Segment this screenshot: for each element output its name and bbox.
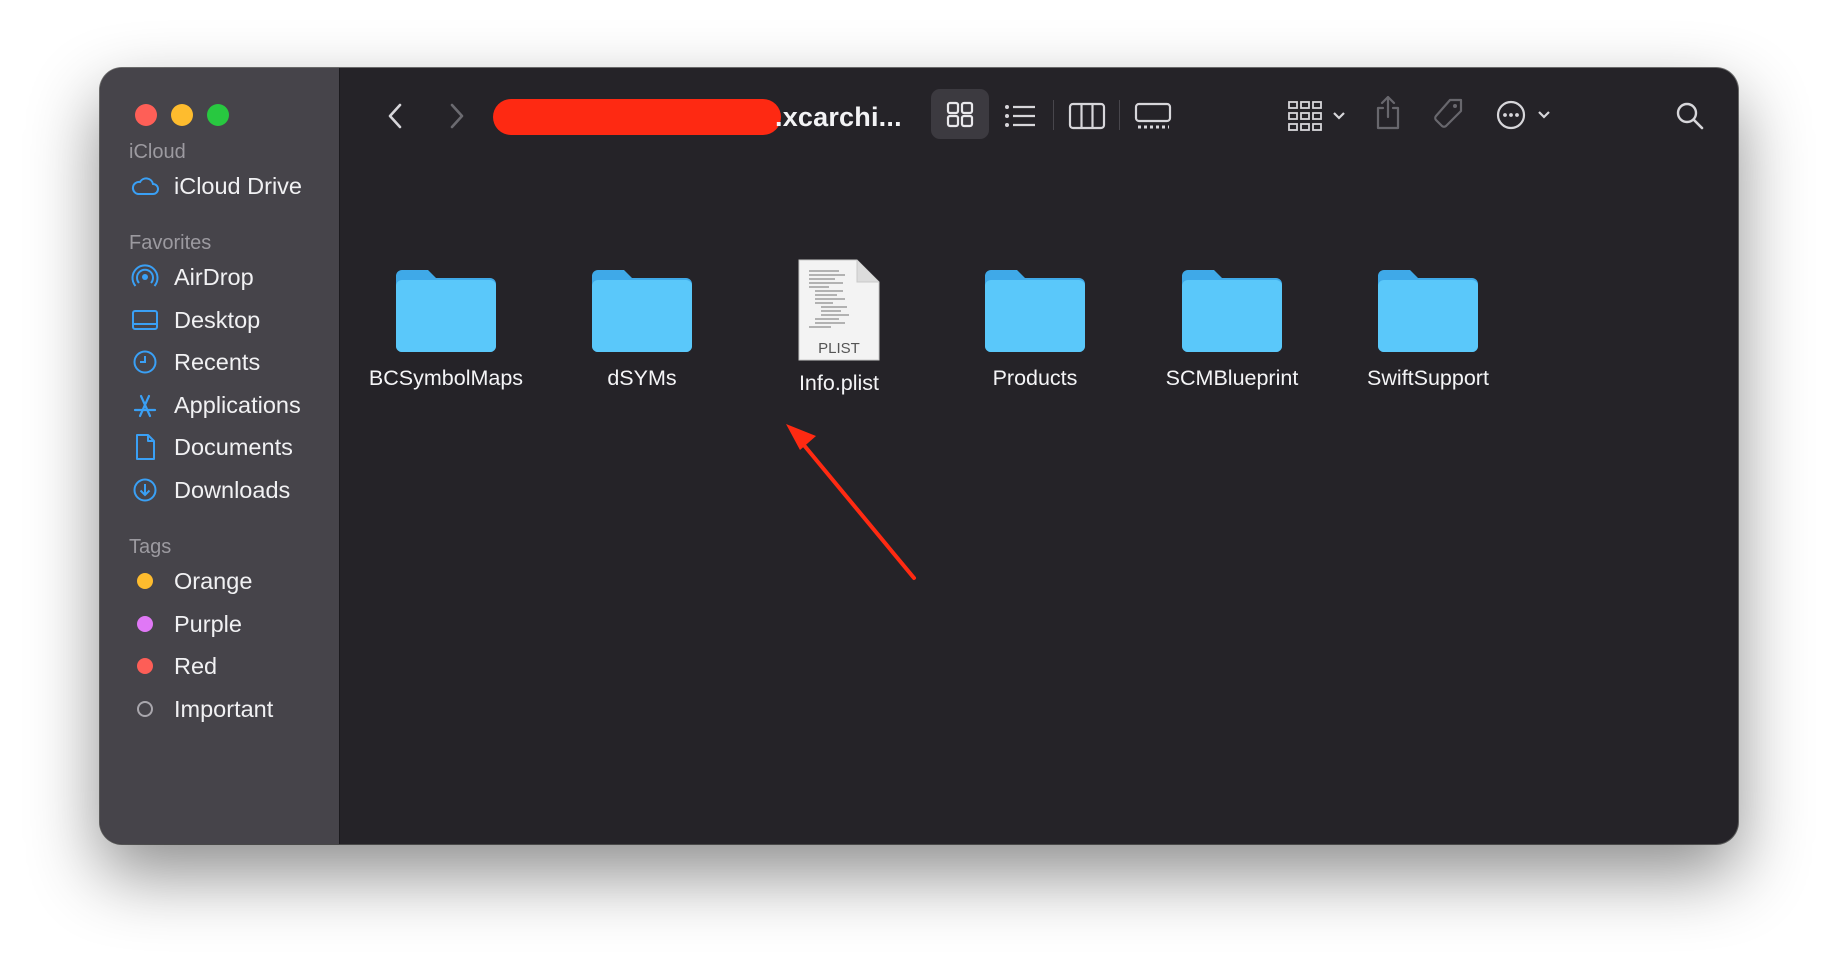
annotation-arrow <box>786 424 916 580</box>
column-view-button[interactable] <box>1066 96 1108 136</box>
chevron-left-icon <box>388 103 402 129</box>
airdrop-icon <box>131 263 159 291</box>
group-grid-icon <box>1288 101 1322 131</box>
redaction-mark <box>493 99 781 135</box>
sidebar-item-label: AirDrop <box>174 263 254 290</box>
folder-icon <box>985 270 1085 352</box>
sidebar-item-label: iCloud Drive <box>174 172 302 199</box>
tag-dot-icon <box>131 610 159 638</box>
gallery-icon <box>1134 102 1172 129</box>
grid-icon <box>946 101 974 128</box>
list-view-button[interactable] <box>1000 96 1040 136</box>
tag-button[interactable] <box>1428 92 1468 136</box>
clock-icon <box>131 348 159 376</box>
back-button[interactable] <box>380 96 410 136</box>
sidebar-item-airdrop[interactable]: AirDrop <box>131 259 254 295</box>
close-button[interactable] <box>135 104 157 126</box>
toolbar: .xcarchi... <box>340 68 1738 160</box>
sidebar-item-icloud-drive[interactable]: iCloud Drive <box>131 168 302 204</box>
search-icon <box>1676 102 1704 130</box>
tag-icon <box>1434 98 1463 128</box>
window-controls <box>135 104 229 126</box>
columns-icon <box>1068 102 1106 130</box>
window-title: .xcarchi... <box>493 94 902 140</box>
finder-window: iCloud iCloud Drive Favorites AirDrop De… <box>100 68 1738 844</box>
applications-icon <box>131 391 159 419</box>
minimize-button[interactable] <box>171 104 193 126</box>
forward-button[interactable] <box>442 96 472 136</box>
ellipsis-circle-icon <box>1496 100 1526 130</box>
gallery-view-button[interactable] <box>1132 96 1174 136</box>
file-item-products[interactable]: Products <box>945 264 1125 391</box>
file-name: SCMBlueprint <box>1165 366 1299 390</box>
sidebar-item-recents[interactable]: Recents <box>131 344 260 380</box>
sidebar-item-downloads[interactable]: Downloads <box>131 472 290 508</box>
sidebar-tag-red[interactable]: Red <box>131 648 217 684</box>
document-icon <box>131 433 159 461</box>
file-name: Products <box>992 366 1078 390</box>
sidebar-section-icloud: iCloud <box>129 141 186 163</box>
sidebar-item-label: Desktop <box>174 306 261 333</box>
group-by-button[interactable] <box>1284 96 1350 136</box>
sidebar-item-label: Downloads <box>174 476 291 503</box>
sidebar-item-label: Purple <box>174 610 242 637</box>
folder-icon <box>1182 270 1282 352</box>
sidebar-section-favorites: Favorites <box>129 232 212 254</box>
file-item-bcsymbolmaps[interactable]: BCSymbolMaps <box>356 264 536 391</box>
chevron-down-icon <box>1538 111 1550 119</box>
file-item-dsyms[interactable]: dSYMs <box>552 264 732 391</box>
sidebar-item-label: Orange <box>174 567 253 594</box>
file-grid: BCSymbolMaps dSYMs PLIST Info.plist Prod… <box>340 160 1738 844</box>
sidebar-item-label: Red <box>174 652 218 679</box>
chevron-right-icon <box>450 103 464 129</box>
chevron-down-icon <box>1333 112 1345 120</box>
tag-dot-icon <box>131 567 159 595</box>
sidebar-tag-orange[interactable]: Orange <box>131 563 252 599</box>
share-button[interactable] <box>1370 90 1406 136</box>
file-item-swiftsupport[interactable]: SwiftSupport <box>1338 264 1518 391</box>
tag-outline-icon <box>131 695 159 723</box>
list-icon <box>1005 105 1035 127</box>
sidebar-item-label: Recents <box>174 348 261 375</box>
window-title-text: .xcarchi... <box>775 101 902 132</box>
folder-icon <box>396 270 496 352</box>
sidebar: iCloud iCloud Drive Favorites AirDrop De… <box>100 68 340 844</box>
sidebar-item-applications[interactable]: Applications <box>131 387 301 423</box>
toolbar-divider <box>1053 100 1054 130</box>
sidebar-tag-important[interactable]: Important <box>131 691 273 727</box>
sidebar-item-label: Applications <box>174 391 301 418</box>
download-icon <box>131 476 159 504</box>
desktop-icon <box>131 306 159 334</box>
toolbar-divider <box>1119 100 1120 130</box>
folder-icon <box>592 270 692 352</box>
sidebar-tag-purple[interactable]: Purple <box>131 606 242 642</box>
file-name: Info.plist <box>798 371 880 395</box>
folder-icon <box>1378 270 1478 352</box>
file-name: dSYMs <box>607 366 677 390</box>
file-name: BCSymbolMaps <box>368 366 524 390</box>
sidebar-item-label: Important <box>174 695 274 722</box>
sidebar-item-desktop[interactable]: Desktop <box>131 302 260 338</box>
share-icon <box>1376 95 1400 130</box>
file-name: SwiftSupport <box>1367 366 1489 390</box>
plist-badge: PLIST <box>818 340 860 357</box>
plist-document-icon: PLIST <box>798 259 880 361</box>
search-button[interactable] <box>1670 96 1710 136</box>
file-item-info-plist[interactable]: PLIST Info.plist <box>749 257 929 396</box>
sidebar-item-documents[interactable]: Documents <box>131 429 293 465</box>
sidebar-section-tags: Tags <box>129 536 172 558</box>
sidebar-item-label: Documents <box>174 433 293 460</box>
tag-dot-icon <box>131 652 159 680</box>
more-actions-button[interactable] <box>1490 94 1556 136</box>
file-item-scmblueprint[interactable]: SCMBlueprint <box>1142 264 1322 391</box>
zoom-button[interactable] <box>207 104 229 126</box>
icon-view-button[interactable] <box>931 89 989 139</box>
cloud-icon <box>131 172 159 200</box>
